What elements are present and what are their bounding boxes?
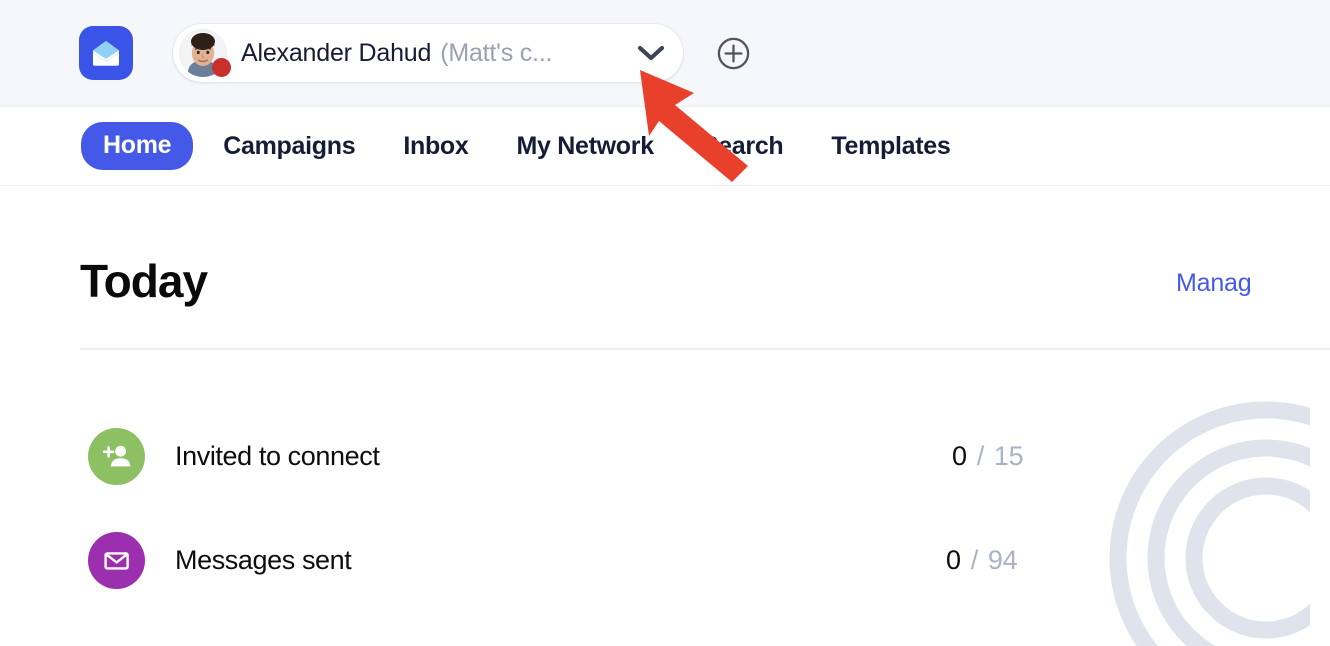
stat-row-messages-sent: Messages sent 0 / 94 (0, 508, 1330, 612)
add-account-button[interactable] (713, 33, 753, 73)
stat-separator: / (970, 544, 979, 575)
app-logo[interactable] (79, 26, 133, 80)
section-header: Today (80, 258, 1330, 304)
account-switcher-button[interactable]: Alexander Dahud (Matt's c... (173, 24, 683, 82)
stats-list: Invited to connect 0 / 15 Messages sent … (0, 404, 1330, 612)
envelope-icon (104, 551, 129, 570)
manage-link[interactable]: Manag (1176, 269, 1252, 298)
nav-item-inbox[interactable]: Inbox (403, 132, 468, 161)
stat-current: 0 (946, 544, 961, 575)
plus-circle-icon (717, 37, 749, 69)
stat-label: Invited to connect (175, 440, 380, 471)
account-org: (Matt's c... (440, 38, 553, 67)
stat-current: 0 (952, 440, 967, 471)
person-add-icon (102, 445, 130, 467)
stat-total: 15 (993, 440, 1024, 471)
app-root: Alexander Dahud (Matt's c... Home Campai… (0, 0, 1330, 646)
stat-value-group: 0 / 94 (946, 544, 1018, 576)
nav-item-campaigns[interactable]: Campaigns (223, 132, 355, 161)
avatar (179, 29, 231, 77)
envelope-icon-badge (88, 531, 145, 589)
section-divider (80, 348, 1330, 350)
stat-separator: / (976, 440, 985, 471)
nav-item-my-network[interactable]: My Network (517, 132, 655, 161)
status-dot (212, 58, 231, 77)
person-add-icon-badge (88, 427, 145, 485)
account-dropdown-chevron[interactable] (611, 45, 675, 62)
chevron-down-icon (637, 45, 665, 60)
stat-row-invited-to-connect: Invited to connect 0 / 15 (0, 404, 1330, 508)
page-title: Today (80, 255, 208, 307)
top-header-bar: Alexander Dahud (Matt's c... (0, 0, 1330, 107)
nav-item-home[interactable]: Home (81, 122, 194, 170)
envelope-logo-icon (93, 41, 119, 66)
account-name: Alexander Dahud (241, 38, 432, 67)
stat-total: 94 (987, 544, 1018, 575)
stat-value-group: 0 / 15 (952, 440, 1024, 472)
nav-item-search[interactable]: Search (702, 132, 784, 161)
nav-item-templates[interactable]: Templates (831, 132, 950, 161)
nav-items-list: Home Campaigns Inbox My Network Search T… (81, 122, 999, 170)
stat-label: Messages sent (175, 544, 352, 575)
main-navigation: Home Campaigns Inbox My Network Search T… (0, 107, 1330, 186)
main-content: Today Manag Invited to connect 0 / 15 Me… (0, 186, 1330, 646)
